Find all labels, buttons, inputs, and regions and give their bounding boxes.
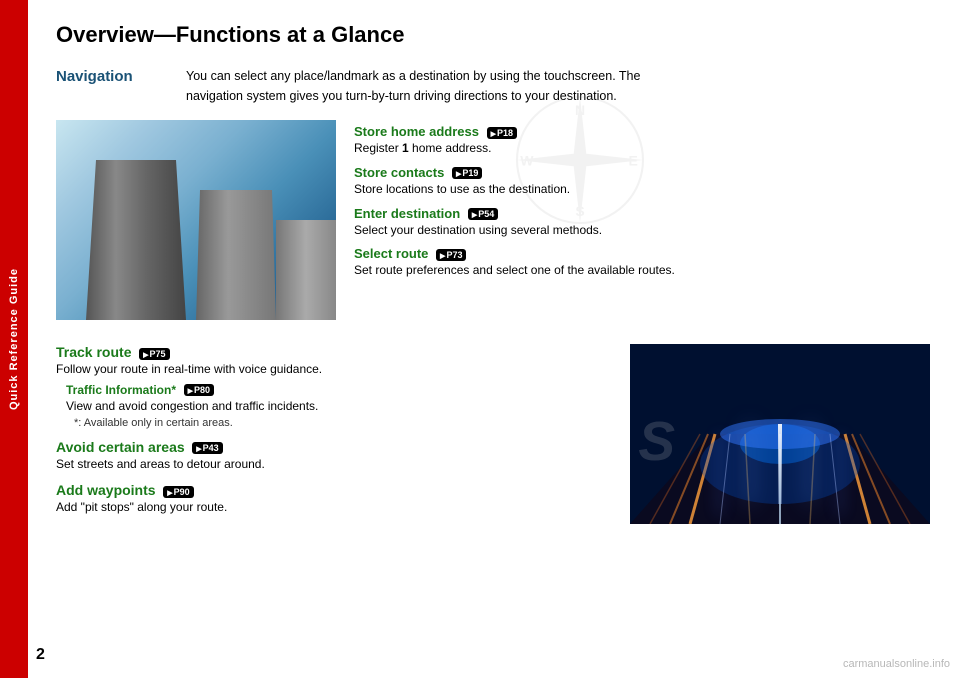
feature-badge-4: P73 [436, 249, 466, 261]
track-route-badge: P75 [139, 348, 169, 360]
waypoints-title: Add waypoints [56, 482, 156, 498]
main-content: Overview—Functions at a Glance Navigatio… [28, 0, 960, 678]
avoid-areas-badge: P43 [192, 442, 222, 454]
page-title: Overview—Functions at a Glance [56, 22, 930, 48]
navigation-label: Navigation [56, 66, 186, 106]
features-list: Store home address P18 Register 1 home a… [354, 120, 930, 320]
feature-avoid-areas: Avoid certain areas P43 Set streets and … [56, 439, 610, 473]
feature-select-route: Select route P73 Set route preferences a… [354, 246, 930, 279]
feature-store-home: Store home address P18 Register 1 home a… [354, 124, 930, 157]
traffic-info-title: Traffic Information* [66, 383, 176, 397]
track-route-desc: Follow your route in real-time with voic… [56, 361, 610, 378]
bottom-content: Track route P75 Follow your route in rea… [56, 344, 930, 526]
avoid-areas-title: Avoid certain areas [56, 439, 185, 455]
building-image [56, 120, 336, 320]
waypoints-desc: Add "pit stops" along your route. [56, 499, 610, 516]
feature-desc-2: Store locations to use as the destinatio… [354, 181, 930, 198]
feature-desc-3: Select your destination using several me… [354, 222, 930, 239]
road-svg [630, 344, 930, 524]
page-number: 2 [36, 646, 45, 664]
feature-track-route: Track route P75 Follow your route in rea… [56, 344, 610, 429]
sidebar-label: Quick Reference Guide [8, 268, 20, 410]
feature-badge-2: P19 [452, 167, 482, 179]
navigation-description: You can select any place/landmark as a d… [186, 66, 666, 106]
avoid-areas-desc: Set streets and areas to detour around. [56, 456, 610, 473]
feature-title-3: Enter destination [354, 206, 460, 221]
sidebar: Quick Reference Guide [0, 0, 28, 678]
navigation-section: Navigation You can select any place/land… [56, 66, 930, 106]
watermark: carmanualsonline.info [843, 658, 950, 670]
bottom-left: Track route P75 Follow your route in rea… [56, 344, 610, 526]
traffic-info-desc: View and avoid congestion and traffic in… [66, 398, 610, 415]
feature-desc-4: Set route preferences and select one of … [354, 262, 930, 279]
feature-title-1: Store home address [354, 124, 479, 139]
sub-feature-traffic: Traffic Information* P80 View and avoid … [66, 382, 610, 429]
feature-title-2: Store contacts [354, 165, 444, 180]
top-content: Store home address P18 Register 1 home a… [56, 120, 930, 320]
asterisk-note: *: Available only in certain areas. [66, 417, 610, 429]
feature-desc-1: Register 1 home address. [354, 140, 930, 157]
feature-add-waypoints: Add waypoints P90 Add "pit stops" along … [56, 482, 610, 516]
traffic-info-badge: P80 [184, 384, 214, 396]
feature-badge-1: P18 [487, 127, 517, 139]
feature-store-contacts: Store contacts P19 Store locations to us… [354, 165, 930, 198]
feature-badge-3: P54 [468, 208, 498, 220]
building-extra [276, 220, 336, 320]
track-route-title: Track route [56, 344, 131, 360]
feature-title-4: Select route [354, 246, 428, 261]
waypoints-badge: P90 [163, 486, 193, 498]
road-image [630, 344, 930, 524]
feature-enter-destination: Enter destination P54 Select your destin… [354, 206, 930, 239]
